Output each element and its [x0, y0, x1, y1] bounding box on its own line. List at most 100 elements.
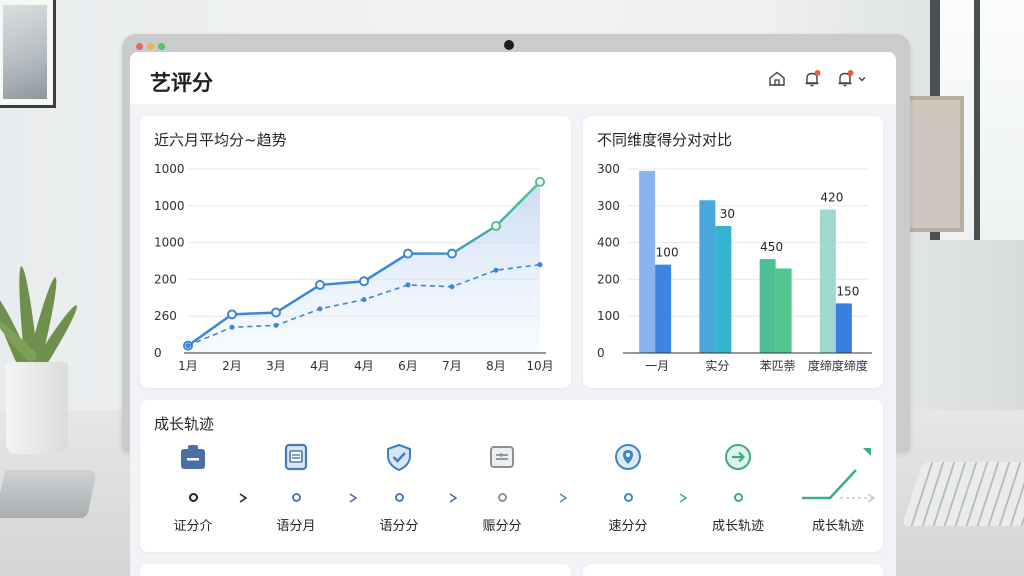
laptop-left	[0, 470, 98, 518]
timeline-stage-label: 成长轨迹	[811, 519, 864, 534]
bar[interactable]	[715, 226, 732, 353]
y-tick-label: 1000	[154, 162, 185, 176]
arrow-circle-icon	[721, 440, 755, 474]
bar-data-label: 150	[836, 284, 859, 298]
minimize-dot-icon	[147, 43, 154, 50]
app-window: 艺评分 近六月平均分~趋势 1000 1000 1000 200 260 0 1月 2月 3月 4…	[130, 52, 896, 576]
x-tick-label: 7月	[442, 359, 462, 373]
data-point[interactable]	[315, 279, 325, 290]
bottom-right-card	[583, 564, 883, 576]
window-controls	[136, 43, 165, 50]
data-point[interactable]	[271, 307, 281, 318]
timeline-stage-label: 语分月	[276, 519, 316, 534]
timeline-node[interactable]	[497, 493, 507, 502]
bar-data-label: 100	[656, 246, 679, 260]
data-point[interactable]	[229, 324, 235, 330]
timeline-stage[interactable]	[364, 440, 434, 474]
dimension-chart-card: 不同维度得分对对比 300 300 400 200 100 0 一月 实分 苯匹萘 度缔度缔度 10…	[583, 116, 883, 388]
shield-check-icon	[382, 440, 416, 474]
x-tick-label: 10月	[526, 359, 553, 373]
x-tick-label: 实分	[705, 358, 729, 373]
close-dot-icon	[136, 43, 143, 50]
growth-timeline-card: 成长轨迹 证分介 语分月 语分分 赈分分 速分分 成长轨迹 成长轨迹	[140, 400, 883, 552]
document-icon	[279, 440, 313, 474]
dimension-bar-chart: 300 300 400 200 100 0 一月 实分 苯匹萘 度缔度缔度 100 30 450 420 1…	[597, 162, 872, 373]
data-point[interactable]	[361, 297, 367, 303]
bar-data-label: 450	[760, 240, 783, 254]
timeline-stage[interactable]	[593, 440, 663, 474]
y-tick-label: 200	[597, 272, 620, 286]
data-point[interactable]	[185, 343, 191, 349]
bar[interactable]	[819, 209, 836, 353]
bar-data-label: 30	[720, 207, 735, 221]
x-tick-label: 度缔度缔度	[808, 358, 868, 373]
bar[interactable]	[835, 303, 852, 353]
bar[interactable]	[775, 268, 792, 353]
data-point[interactable]	[447, 248, 457, 259]
chevron-down-icon[interactable]	[856, 69, 868, 89]
timeline-node[interactable]	[188, 493, 198, 502]
y-tick-label: 1000	[154, 236, 185, 250]
bar-data-label: 420	[820, 190, 843, 204]
clipboard-icon	[176, 440, 210, 474]
x-tick-label: 苯匹萘	[760, 359, 796, 373]
trend-chart-card: 近六月平均分~趋势 1000 1000 1000 200 260 0 1月 2月 3月 4月 4月 6…	[140, 116, 571, 388]
y-tick-label: 260	[154, 309, 177, 323]
shelf-picture-frame	[906, 96, 964, 232]
x-tick-label: 8月	[486, 359, 506, 373]
data-point[interactable]	[403, 248, 413, 259]
y-tick-label: 100	[597, 309, 620, 323]
home-icon[interactable]	[767, 69, 787, 89]
y-tick-label: 400	[597, 236, 620, 250]
maximize-dot-icon	[158, 43, 165, 50]
bar[interactable]	[639, 170, 656, 353]
timeline-stage[interactable]	[261, 440, 331, 474]
timeline-node[interactable]	[733, 493, 743, 502]
bar[interactable]	[655, 264, 672, 353]
timeline-stage-label: 速分分	[608, 519, 648, 534]
y-tick-label: 300	[597, 199, 620, 213]
timeline-node[interactable]	[291, 493, 301, 502]
x-tick-label: 4月	[354, 359, 374, 373]
data-point[interactable]	[493, 267, 499, 273]
timeline-stage-label: 语分分	[379, 519, 419, 534]
timeline-node[interactable]	[394, 493, 404, 502]
data-point[interactable]	[535, 176, 545, 187]
bar[interactable]	[759, 259, 776, 353]
y-tick-label: 300	[597, 162, 620, 176]
location-pin-icon	[611, 440, 645, 474]
x-tick-label: 6月	[398, 359, 418, 373]
trend-line-chart: 1000 1000 1000 200 260 0 1月 2月 3月 4月 4月 6月 7月 8月 10月	[154, 162, 554, 373]
data-point[interactable]	[317, 306, 323, 312]
webcam-icon	[504, 40, 514, 50]
x-tick-label: 3月	[266, 359, 286, 373]
timeline-stage[interactable]	[703, 440, 773, 474]
timeline-stage[interactable]	[823, 442, 893, 476]
data-point[interactable]	[491, 221, 501, 232]
data-point[interactable]	[537, 262, 543, 268]
x-tick-label: 一月	[645, 359, 669, 373]
app-title: 艺评分	[150, 71, 213, 95]
timeline-stage-label: 成长轨迹	[711, 519, 764, 534]
card-icon	[485, 440, 519, 474]
timeline-stage-label: 赈分分	[482, 519, 522, 534]
data-point[interactable]	[273, 322, 279, 328]
app-header: 艺评分	[130, 52, 896, 104]
y-tick-label: 1000	[154, 199, 185, 213]
timeline-stage[interactable]	[467, 440, 537, 474]
y-tick-label: 0	[597, 346, 605, 360]
timeline-stage-label: 证分介	[173, 519, 213, 534]
bar[interactable]	[699, 200, 716, 353]
x-tick-label: 1月	[178, 359, 198, 373]
timeline-stage[interactable]	[158, 440, 228, 474]
data-point[interactable]	[449, 284, 455, 290]
bell-icon[interactable]	[802, 69, 822, 89]
y-tick-label: 200	[154, 272, 177, 286]
keyboard	[901, 462, 1024, 526]
timeline-node[interactable]	[623, 493, 633, 502]
data-point[interactable]	[227, 309, 237, 320]
data-point[interactable]	[359, 276, 369, 287]
data-point[interactable]	[405, 282, 411, 288]
notification-icon[interactable]	[835, 69, 855, 89]
wall-picture	[0, 0, 56, 108]
